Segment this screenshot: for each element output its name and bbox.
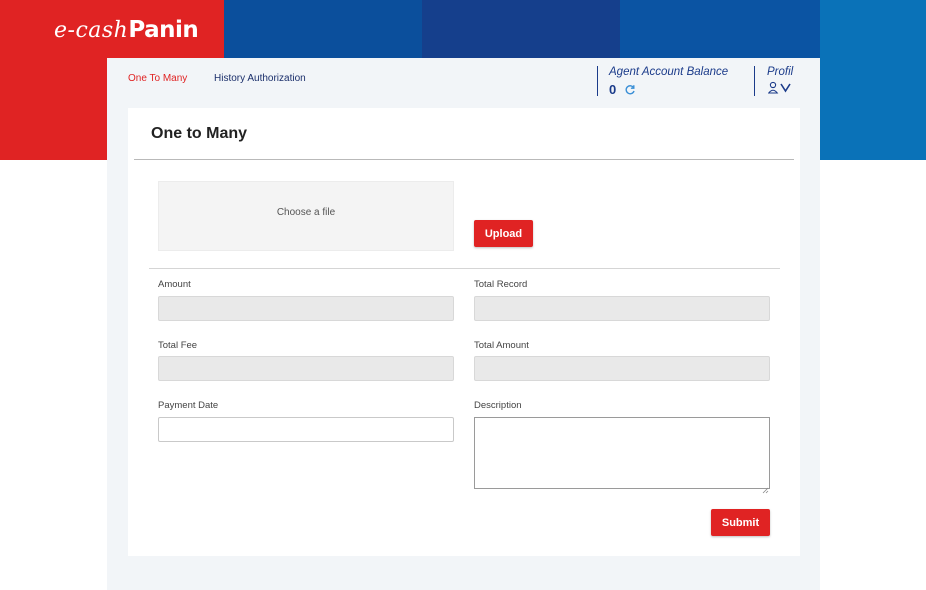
profile-label: Profil [767,66,794,78]
user-icon [767,81,779,94]
description-label: Description [474,400,522,411]
divider [149,268,780,269]
top-navigation: One To Many History Authorization Agent … [107,58,820,104]
amount-field[interactable] [158,296,454,321]
resize-grip-icon[interactable] [762,481,769,494]
profile-menu-button[interactable] [767,81,798,95]
logo-script-text: e-cash [54,18,129,43]
divider [134,159,794,160]
description-textarea[interactable] [474,417,770,489]
total-amount-field[interactable] [474,356,770,381]
header-blue-band [820,0,926,160]
payment-date-field[interactable] [158,417,454,442]
total-record-label: Total Record [474,279,528,290]
main-panel: One To Many History Authorization Agent … [107,58,820,590]
chevron-down-icon [780,83,791,93]
agent-balance-label: Agent Account Balance [609,66,729,78]
choose-file-label: Choose a file [276,207,336,218]
page-title: One to Many [151,125,248,142]
upload-button[interactable]: Upload [474,220,533,247]
total-fee-label: Total Fee [158,340,198,351]
amount-label: Amount [158,279,191,290]
header-blue-band [224,0,422,58]
divider [597,66,598,96]
payment-date-label: Payment Date [158,400,219,411]
one-to-many-card: One to Many Choose a file Upload Amount … [128,108,800,556]
tab-one-to-many[interactable]: One To Many [128,73,187,84]
total-amount-label: Total Amount [474,340,529,351]
total-fee-field[interactable] [158,356,454,381]
submit-button[interactable]: Submit [711,509,770,536]
logo-bold-text: Panin [128,17,199,43]
file-dropzone[interactable]: Choose a file [158,181,454,251]
header-blue-band [620,0,820,58]
total-record-field[interactable] [474,296,770,321]
header-blue-band [422,0,620,58]
divider [754,66,755,96]
agent-balance-value: 0 [609,82,617,97]
refresh-icon[interactable] [624,83,636,95]
ecash-panin-logo: e-cashPanin [54,16,199,48]
tab-history-authorization[interactable]: History Authorization [214,73,306,84]
